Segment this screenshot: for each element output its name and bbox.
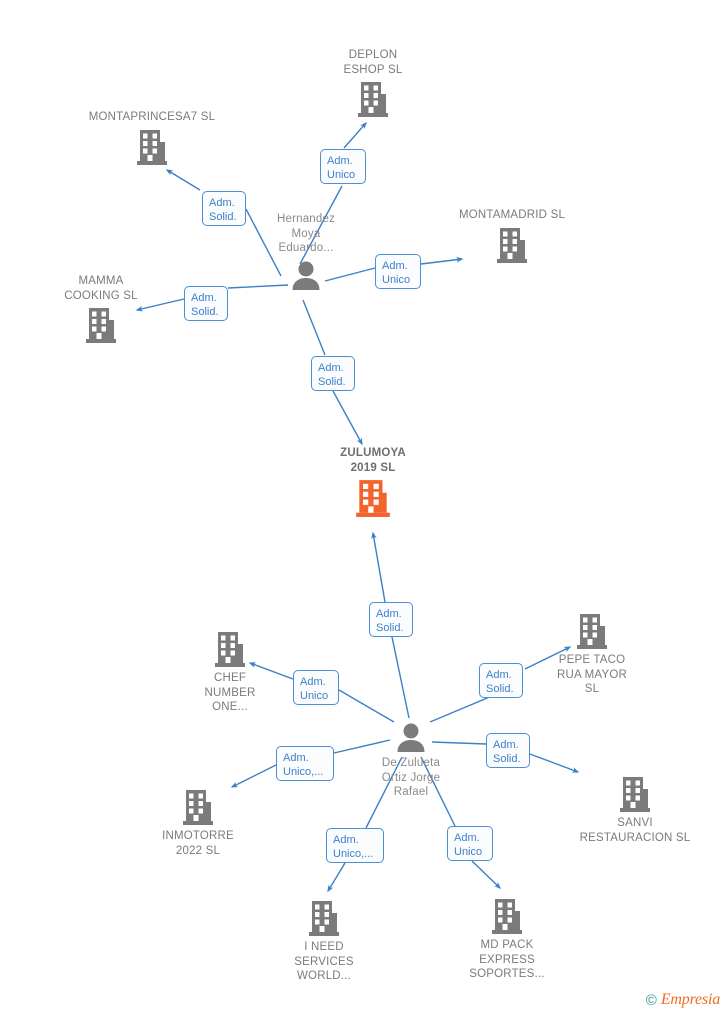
node-mamma-cooking[interactable]: MAMMA COOKING SL — [21, 274, 181, 344]
node-de-zulueta-ortiz-jorge-rafael[interactable]: De Zulueta Ortiz Jorge Rafael — [331, 721, 491, 800]
relationship-graph: DEPLON ESHOP SL MONTAPRINCESA7 SL MONTAM… — [0, 0, 728, 1015]
edge-label-dezulueta-ineed[interactable]: Adm. Unico,... — [326, 828, 384, 863]
edge-dezulueta-zulumoya-out — [371, 531, 386, 603]
building-icon — [118, 788, 278, 826]
node-zulumoya-2019[interactable]: ZULUMOYA 2019 SL — [293, 446, 453, 518]
building-icon — [512, 612, 672, 650]
node-chef-number-one[interactable]: CHEF NUMBER ONE... — [150, 630, 310, 715]
edge-label-dezulueta-sanvi[interactable]: Adm. Solid. — [486, 733, 530, 768]
node-sanvi-restauracion[interactable]: SANVI RESTAURACION SL — [555, 775, 715, 845]
edge-label-hernandez-zulumoya[interactable]: Adm. Solid. — [311, 356, 355, 391]
building-icon — [432, 226, 592, 264]
building-icon — [555, 775, 715, 813]
edge-hernandez-montaprincesa-out — [165, 169, 201, 191]
node-label: ZULUMOYA 2019 SL — [340, 447, 406, 474]
edge-hernandez-zulumoya-out — [332, 390, 363, 446]
node-label: PEPE TACO RUA MAYOR SL — [557, 654, 627, 695]
node-label: Hernandez Moya Eduardo... — [276, 213, 336, 254]
edge-hernandez-zulumoya-in — [302, 299, 326, 356]
node-inmotorre-2022[interactable]: INMOTORRE 2022 SL — [118, 788, 278, 858]
edge-dezulueta-inmotorre-out — [230, 764, 277, 788]
edge-dezulueta-ineed-out — [327, 862, 346, 893]
brand-name: Empresia — [660, 991, 720, 1008]
node-label: I NEED SERVICES WORLD... — [294, 941, 354, 982]
person-icon — [331, 721, 491, 753]
node-label: DEPLON ESHOP SL — [343, 49, 403, 76]
edge-label-dezulueta-mdpack[interactable]: Adm. Unico — [447, 826, 493, 861]
edge-label-hernandez-deplon[interactable]: Adm. Unico — [320, 149, 366, 184]
edge-dezulueta-mdpack-out — [471, 860, 502, 889]
edge-hernandez-deplon-out — [343, 121, 367, 149]
node-label: CHEF NUMBER ONE... — [204, 672, 256, 713]
edge-dezulueta-chef-in — [338, 689, 395, 723]
node-label: MAMMA COOKING SL — [64, 275, 138, 302]
node-montamadrid[interactable]: MONTAMADRID SL — [432, 208, 592, 264]
node-hernandez-moya-eduardo[interactable]: Hernandez Moya Eduardo... — [226, 212, 386, 291]
edge-dezulueta-zulumoya-in — [391, 636, 410, 719]
node-deplon-eshop[interactable]: DEPLON ESHOP SL — [293, 48, 453, 118]
copyright-icon: © — [645, 991, 657, 1009]
person-icon — [226, 259, 386, 291]
edge-label-dezulueta-zulumoya[interactable]: Adm. Solid. — [369, 602, 413, 637]
edge-label-dezulueta-chef[interactable]: Adm. Unico — [293, 670, 339, 705]
building-icon — [293, 80, 453, 118]
node-label: MONTAPRINCESA7 SL — [88, 111, 216, 123]
node-label: De Zulueta Ortiz Jorge Rafael — [381, 757, 441, 798]
edge-label-dezulueta-inmotorre[interactable]: Adm. Unico,... — [276, 746, 334, 781]
node-label: MD PACK EXPRESS SOPORTES... — [469, 939, 545, 980]
node-label: MONTAMADRID SL — [458, 209, 566, 221]
edge-label-hernandez-montamadrid[interactable]: Adm. Unico — [375, 254, 421, 289]
edge-label-hernandez-mamma[interactable]: Adm. Solid. — [184, 286, 228, 321]
node-i-need-services-world[interactable]: I NEED SERVICES WORLD... — [244, 899, 404, 984]
building-icon — [21, 306, 181, 344]
node-label: INMOTORRE 2022 SL — [162, 830, 234, 857]
building-icon — [150, 630, 310, 668]
edge-label-hernandez-montaprincesa[interactable]: Adm. Solid. — [202, 191, 246, 226]
node-md-pack-express-soportes[interactable]: MD PACK EXPRESS SOPORTES... — [427, 897, 587, 982]
node-label: SANVI RESTAURACION SL — [579, 817, 691, 844]
edge-label-dezulueta-pepetaco[interactable]: Adm. Solid. — [479, 663, 523, 698]
node-montaprincesa7[interactable]: MONTAPRINCESA7 SL — [72, 110, 232, 166]
edge-dezulueta-sanvi-out — [529, 753, 580, 773]
building-icon — [244, 899, 404, 937]
node-pepe-taco-rua-mayor[interactable]: PEPE TACO RUA MAYOR SL — [512, 612, 672, 697]
building-icon-central — [293, 478, 453, 518]
building-icon — [427, 897, 587, 935]
watermark: © Empresia — [646, 991, 720, 1009]
building-icon — [72, 128, 232, 166]
